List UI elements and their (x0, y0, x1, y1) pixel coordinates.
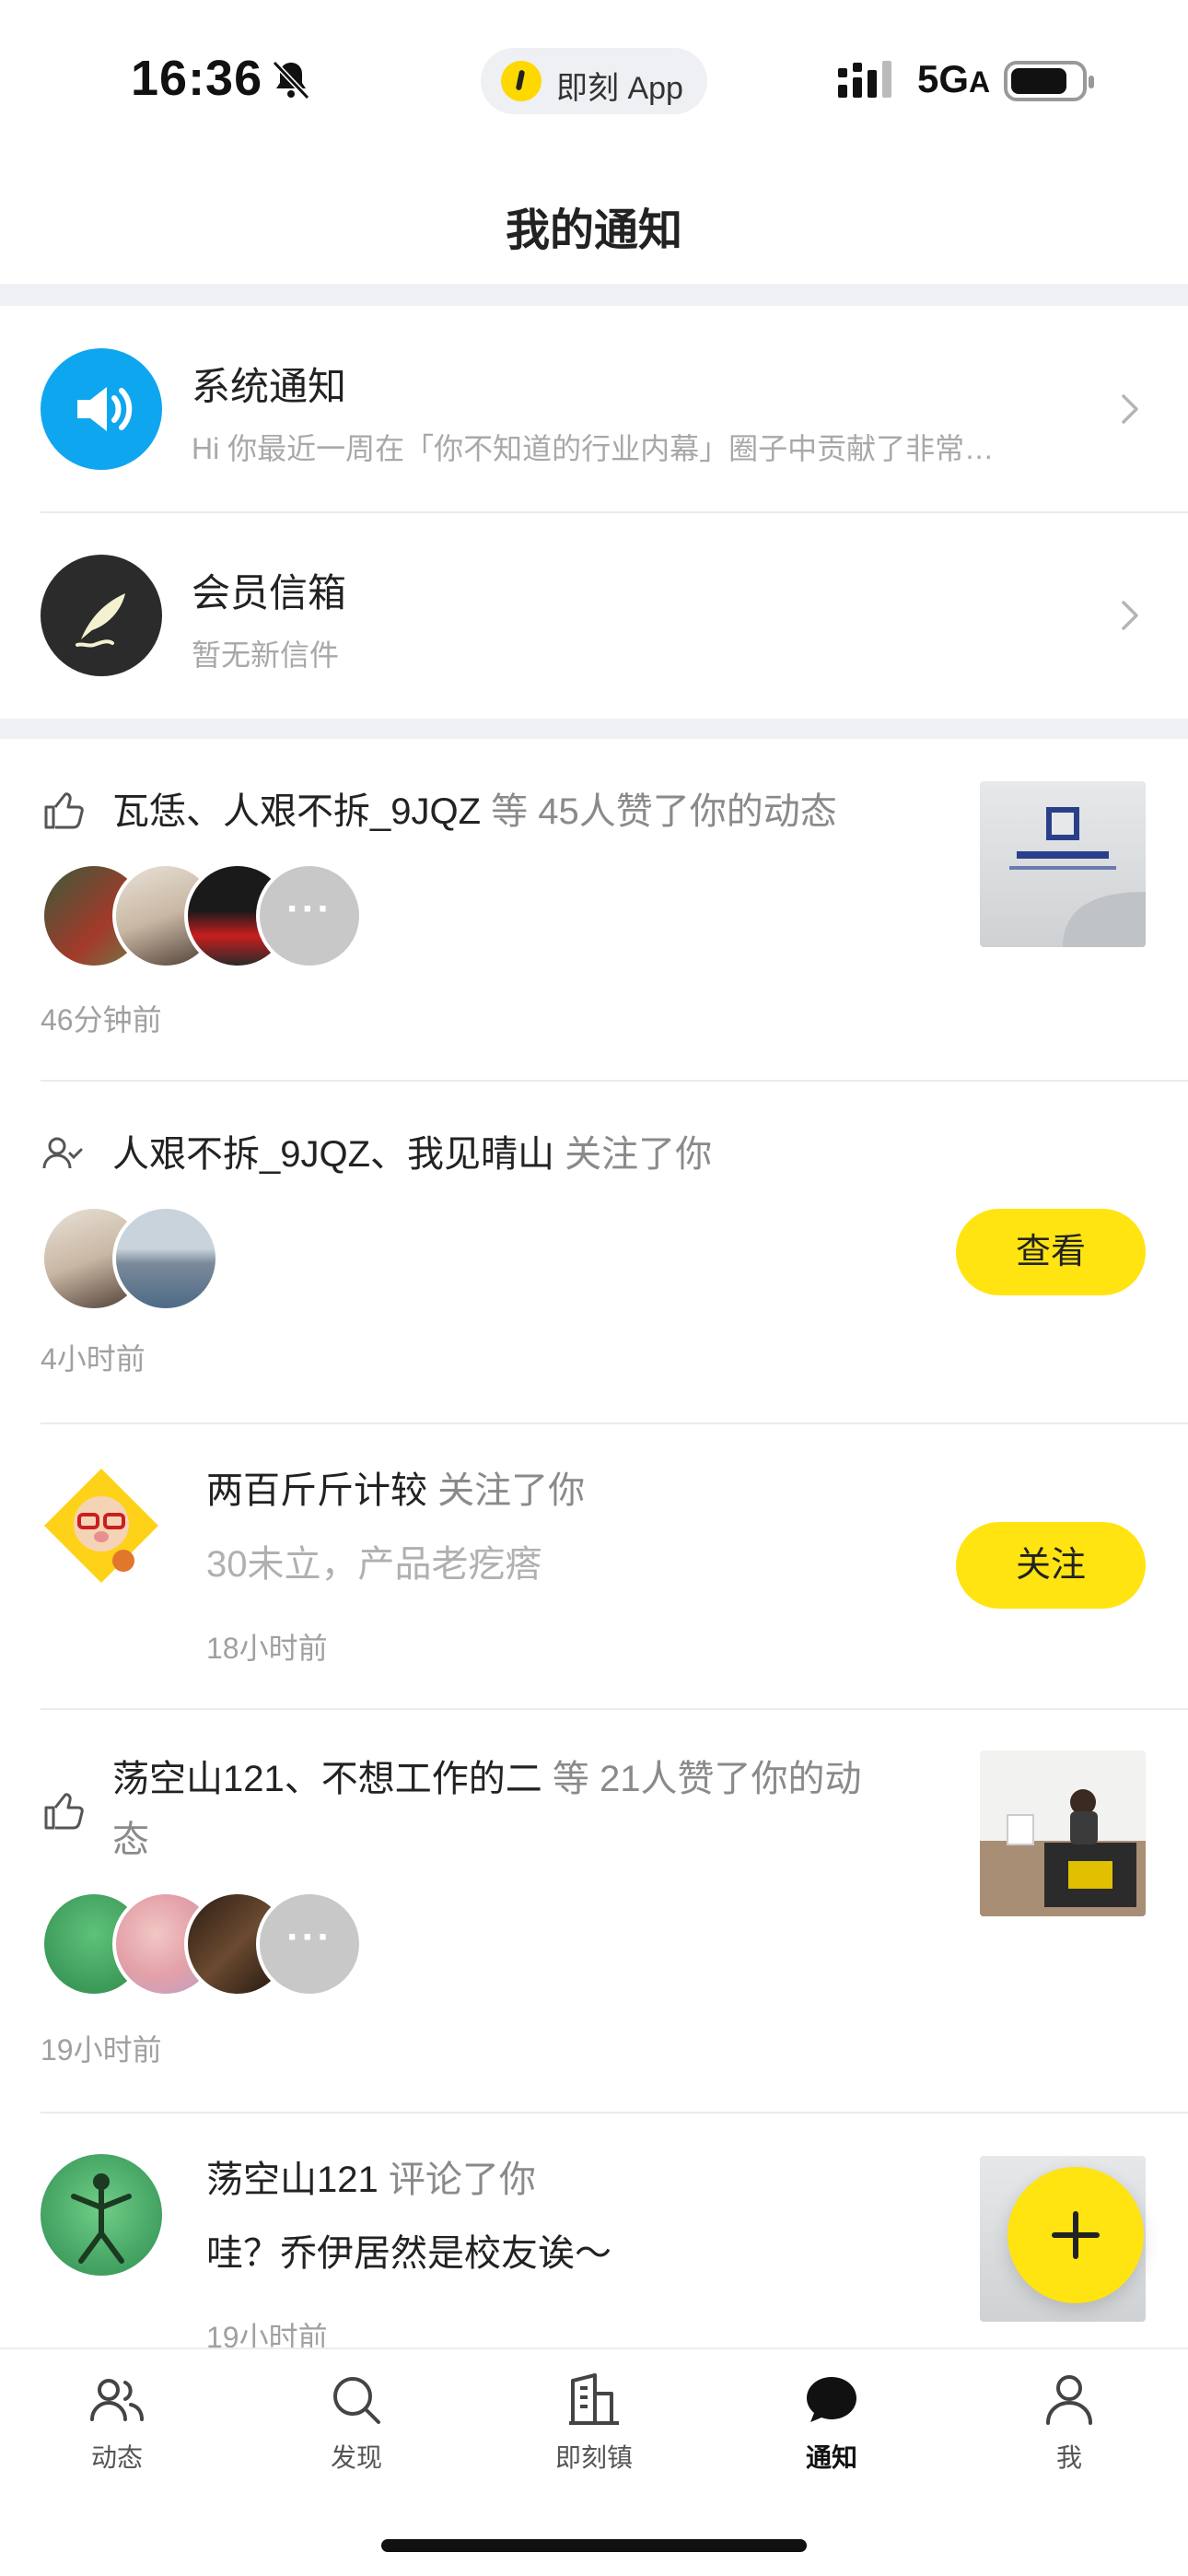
app-pill-label: 即刻 App (556, 71, 683, 106)
section-divider (0, 719, 1188, 739)
network-suffix: A (969, 65, 991, 99)
member-mailbox-status: 暂无新信件 (192, 638, 340, 672)
notification-text: 荡空山121、不想工作的二 等 21人赞了你的动 (112, 1749, 861, 1809)
post-thumbnail[interactable] (980, 781, 1146, 947)
thumbs-up-icon (44, 792, 84, 829)
status-bar: 16:36 即刻 App 5GA (0, 0, 1188, 157)
follow-button[interactable]: 关注 (956, 1522, 1146, 1609)
network-type: 5GA (917, 57, 990, 101)
avatar[interactable] (112, 1205, 219, 1312)
timestamp: 4小时前 (41, 1342, 146, 1376)
liker-names[interactable]: 荡空山121、不想工作的二 (112, 1759, 542, 1799)
notification-action: 评论了你 (378, 2160, 536, 2200)
section-divider (0, 284, 1188, 306)
avatar-stack[interactable] (41, 862, 372, 973)
compose-plus-button[interactable] (1007, 2167, 1144, 2303)
app-indicator-pill[interactable]: 即刻 App (481, 48, 707, 114)
thumbs-up-icon (44, 1793, 84, 1830)
notification-text: 荡空山121 评论了你 (206, 2152, 536, 2207)
page-title: 我的通知 (505, 206, 682, 255)
signal-icon (838, 61, 891, 98)
liker-names[interactable]: 瓦恁、人艰不拆_9JQZ (112, 791, 481, 832)
timestamp: 46分钟前 (41, 1003, 162, 1036)
tab-label: 即刻镇 (554, 2443, 633, 2472)
notification-action: 关注了你 (427, 1470, 586, 1511)
tab-label: 动态 (90, 2443, 143, 2472)
network-label: 5G (917, 57, 970, 100)
user-check-icon (42, 1137, 83, 1169)
member-mailbox-title: 会员信箱 (192, 571, 347, 615)
view-button[interactable]: 查看 (956, 1209, 1146, 1295)
tab-label: 通知 (805, 2443, 857, 2472)
users-icon (90, 2379, 144, 2421)
system-notice-title: 系统通知 (192, 365, 347, 408)
tab-discover[interactable]: 发现 (287, 2368, 425, 2478)
tab-town[interactable]: 即刻镇 (525, 2368, 663, 2478)
notification-action-end: 态 (112, 1820, 149, 1860)
member-mailbox-row[interactable]: 会员信箱 暂无新信件 (0, 514, 1188, 719)
tab-label: 我 (1055, 2443, 1082, 2472)
notification-like[interactable]: 瓦恁、人艰不拆_9JQZ 等 45人赞了你的动态 46分钟前 (0, 739, 1188, 1080)
post-thumbnail[interactable] (980, 1751, 1146, 1916)
notification-follow-group[interactable]: 人艰不拆_9JQZ、我见晴山 关注了你 查看 4小时前 (0, 1082, 1188, 1423)
follower-name[interactable]: 两百斤斤计较 (206, 1470, 427, 1511)
avatar[interactable] (41, 1465, 162, 1587)
timestamp: 19小时前 (41, 2033, 162, 2067)
timestamp: 18小时前 (206, 1632, 328, 1665)
notification-action: 等 45人赞了你的动态 (481, 791, 837, 832)
divider (41, 511, 1188, 513)
quill-icon (41, 555, 162, 676)
avatar-stack[interactable] (41, 1205, 234, 1316)
tab-me[interactable]: 我 (1000, 2368, 1138, 2478)
more-avatars-icon[interactable] (256, 862, 363, 969)
chat-bubble-icon (807, 2377, 856, 2422)
battery-icon (1004, 61, 1094, 101)
notification-like[interactable]: 荡空山121、不想工作的二 等 21人赞了你的动 态 19小时前 (0, 1710, 1188, 2112)
comment-text: 哇？乔伊居然是校友诶～ (206, 2233, 611, 2274)
follower-bio: 30未立，产品老疙瘩 (206, 1544, 542, 1585)
notification-action: 关注了你 (554, 1134, 713, 1175)
status-time: 16:36 (131, 51, 263, 106)
home-indicator (381, 2539, 807, 2552)
speaker-icon (41, 348, 162, 470)
chevron-right-icon (1122, 601, 1138, 630)
notification-follow[interactable]: 两百斤斤计较 关注了你 30未立，产品老疙瘩 18小时前 关注 (0, 1424, 1188, 1708)
notification-text: 人艰不拆_9JQZ、我见晴山 关注了你 (112, 1124, 712, 1185)
commenter-name[interactable]: 荡空山121 (206, 2160, 379, 2200)
tab-feed[interactable]: 动态 (48, 2368, 186, 2478)
notification-text: 两百斤斤计较 关注了你 (206, 1463, 585, 1518)
chevron-right-icon (1122, 394, 1138, 424)
bell-muted-icon (272, 60, 310, 100)
notification-text-continued: 态 (112, 1809, 149, 1870)
system-notice-preview: Hi 你最近一周在「你不知道的行业内幕」圈子中贡献了非常… (192, 432, 995, 465)
notification-text: 瓦恁、人艰不拆_9JQZ 等 45人赞了你的动态 (112, 781, 837, 842)
tab-notifications[interactable]: 通知 (763, 2368, 901, 2478)
building-icon (569, 2373, 619, 2425)
app-logo-icon (501, 61, 542, 101)
more-avatars-icon[interactable] (256, 1891, 363, 1997)
system-notice-row[interactable]: 系统通知 Hi 你最近一周在「你不知道的行业内幕」圈子中贡献了非常… (0, 308, 1188, 512)
timestamp: 19小时前 (206, 2321, 328, 2348)
notification-action: 等 21人赞了你的动 (542, 1759, 862, 1799)
avatar[interactable] (41, 2154, 162, 2276)
person-icon (1046, 2375, 1092, 2425)
avatar-stack[interactable] (41, 1891, 372, 2001)
search-icon (333, 2377, 380, 2424)
follower-names[interactable]: 人艰不拆_9JQZ、我见晴山 (112, 1134, 554, 1175)
tab-label: 发现 (330, 2443, 382, 2472)
